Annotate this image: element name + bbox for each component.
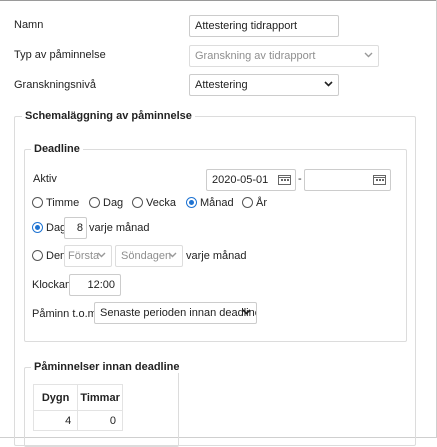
type-select-value: Granskning av tidrapport <box>195 50 316 62</box>
cell-timmar[interactable]: 0 <box>77 410 123 431</box>
radio-ar[interactable] <box>242 197 253 208</box>
reminders-table: Dygn Timmar 4 0 <box>32 384 123 431</box>
weekday-select-value: Söndagen <box>121 250 172 262</box>
calendar-icon[interactable] <box>373 174 386 185</box>
chevron-down-icon <box>364 52 373 58</box>
weekday-select: Söndagen <box>115 245 183 267</box>
date-to-input[interactable] <box>304 169 391 191</box>
day-suffix: varje månad <box>89 222 150 234</box>
radio-dag[interactable] <box>89 197 100 208</box>
day-number-input[interactable]: 8 <box>64 217 87 239</box>
chevron-down-icon <box>168 252 177 258</box>
level-select[interactable]: Attestering <box>189 74 339 96</box>
level-select-value: Attestering <box>195 79 248 91</box>
radio-manad[interactable] <box>186 197 197 208</box>
column-header-dygn[interactable]: Dygn <box>32 384 79 411</box>
radio-manad-label[interactable]: Månad <box>200 197 234 209</box>
radio-timme[interactable] <box>32 197 43 208</box>
deadline-legend: Deadline <box>31 143 83 155</box>
date-from-input[interactable]: 2020-05-01 <box>206 169 296 191</box>
name-label: Namn <box>14 19 44 31</box>
radio-ar-label[interactable]: År <box>256 197 267 209</box>
date-from-value: 2020-05-01 <box>212 174 269 186</box>
remind-until-value: Senaste perioden innan deadline <box>100 307 257 319</box>
column-header-timmar[interactable]: Timmar <box>77 384 123 411</box>
clock-input[interactable]: 12:00 <box>69 274 121 296</box>
ordinal-select: Första <box>64 245 112 267</box>
radio-weekday-of-month[interactable] <box>32 250 43 261</box>
the-suffix: varje månad <box>186 250 247 262</box>
level-label: Granskningsnivå <box>14 79 96 91</box>
radio-day-of-month[interactable] <box>32 222 43 233</box>
cell-dygn[interactable]: 4 <box>32 410 79 431</box>
radio-dag-label[interactable]: Dag <box>103 197 123 209</box>
date-separator: - <box>298 173 302 185</box>
remind-until-label: Påminn t.o.m. <box>32 308 100 320</box>
table-header-row: Dygn Timmar <box>32 384 123 411</box>
active-label: Aktiv <box>33 173 57 185</box>
type-label: Typ av påminnelse <box>14 49 106 61</box>
radio-timme-label[interactable]: Timme <box>46 197 79 209</box>
radio-vecka-label[interactable]: Vecka <box>146 197 176 209</box>
clock-label: Klockan <box>32 279 72 291</box>
ordinal-select-value: Första <box>68 250 100 262</box>
calendar-icon[interactable] <box>278 174 291 185</box>
type-select: Granskning av tidrapport <box>189 45 379 67</box>
chevron-down-icon <box>242 309 251 315</box>
table-row: 4 0 <box>32 410 123 431</box>
chevron-down-icon <box>324 81 333 87</box>
remind-until-select[interactable]: Senaste perioden innan deadline <box>94 302 257 324</box>
schedule-legend: Schemaläggning av påminnelse <box>22 110 195 122</box>
radio-vecka[interactable] <box>132 197 143 208</box>
window-top-border <box>0 0 437 1</box>
chevron-down-icon <box>97 252 106 258</box>
reminders-legend: Påminnelser innan deadline <box>31 361 183 373</box>
name-input[interactable]: Attestering tidrapport <box>189 15 339 37</box>
